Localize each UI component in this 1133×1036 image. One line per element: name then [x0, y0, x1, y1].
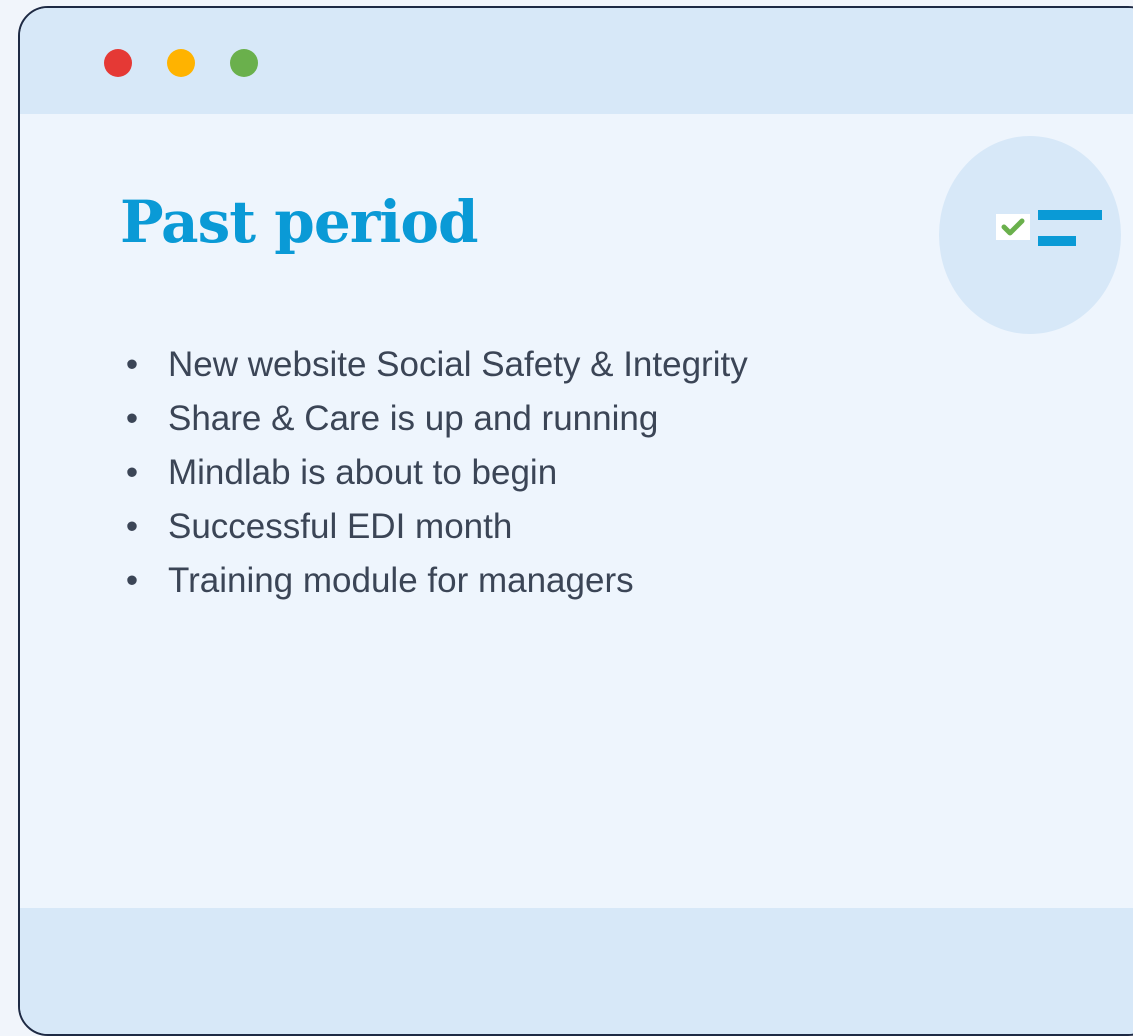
list-item: • Share & Care is up and running — [120, 396, 748, 441]
list-item: • Successful EDI month — [120, 504, 748, 549]
list-line-icon — [1038, 210, 1102, 220]
close-button[interactable] — [104, 49, 132, 77]
list-item: • Training module for managers — [120, 558, 748, 603]
app-window: Past period • New website Social Safety &… — [18, 6, 1133, 1036]
minimize-button[interactable] — [167, 49, 195, 77]
list-item-text: Share & Care is up and running — [168, 399, 659, 438]
bullet-list: • New website Social Safety & Integrity •… — [120, 342, 748, 612]
maximize-button[interactable] — [230, 49, 258, 77]
bullet-icon: • — [125, 453, 139, 492]
bullet-icon: • — [125, 399, 139, 438]
checklist-badge — [939, 136, 1121, 334]
title-bar — [20, 8, 1133, 114]
list-line-icon — [1038, 236, 1076, 246]
bullet-icon: • — [125, 507, 139, 546]
list-item-text: Successful EDI month — [168, 507, 513, 546]
list-item: • New website Social Safety & Integrity — [120, 342, 748, 387]
list-item: • Mindlab is about to begin — [120, 450, 748, 495]
page-title: Past period — [120, 188, 479, 256]
bullet-icon: • — [125, 561, 139, 600]
list-item-text: Mindlab is about to begin — [168, 453, 558, 492]
bullet-icon: • — [125, 345, 139, 384]
checkmark-icon — [996, 214, 1030, 240]
footer-bar — [20, 908, 1133, 1034]
list-item-text: New website Social Safety & Integrity — [168, 345, 748, 384]
list-item-text: Training module for managers — [168, 561, 634, 600]
